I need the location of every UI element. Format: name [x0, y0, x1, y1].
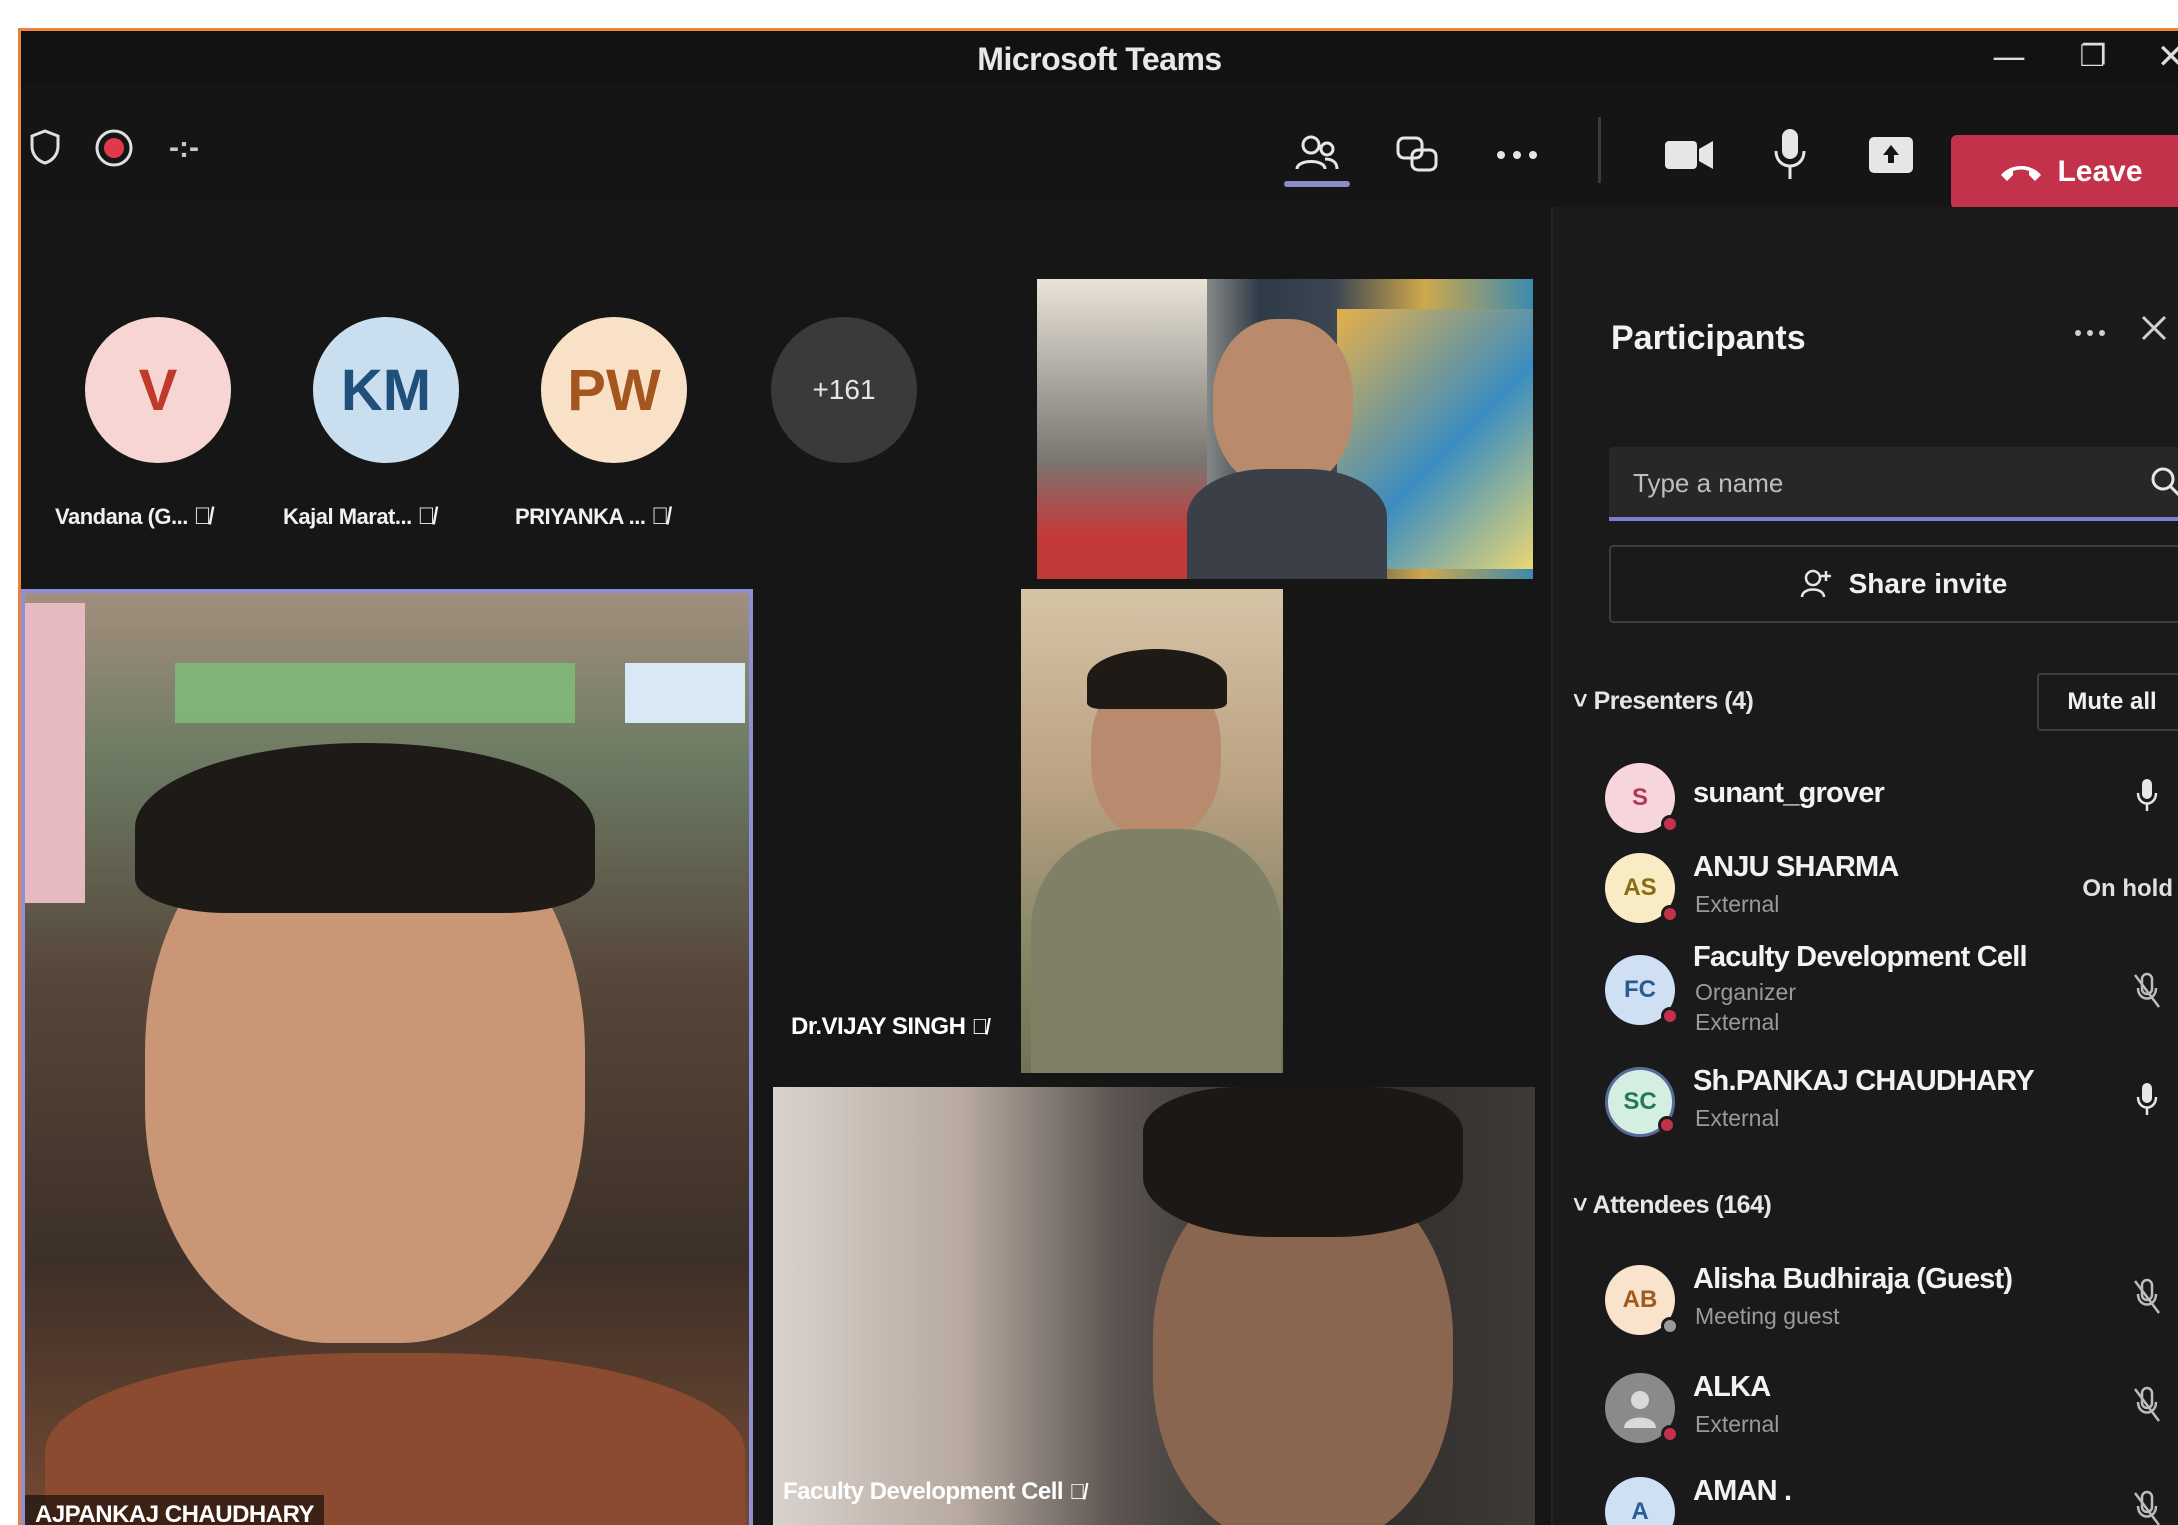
avatar: AS — [1605, 853, 1679, 923]
participant-role: External — [1695, 1411, 1780, 1437]
video-tile-main[interactable]: AJPANKAJ CHAUDHARY — [21, 589, 753, 1525]
camera-icon[interactable] — [1661, 127, 1717, 183]
participant-name: AMAN . — [1693, 1475, 1792, 1507]
toolbar-divider — [1598, 117, 1601, 183]
tile-name-vijay: Dr.VIJAY SINGH 🎙̸ — [791, 1013, 988, 1040]
tile-name-main: AJPANKAJ CHAUDHARY — [25, 1495, 325, 1525]
search-input[interactable] — [1633, 461, 2113, 505]
avatar: A — [1605, 1477, 1675, 1525]
avatar-vandana[interactable]: V — [85, 317, 231, 463]
leave-button[interactable]: Leave — [1951, 135, 2178, 209]
shield-icon[interactable] — [25, 127, 65, 167]
mic-off-icon — [2129, 1489, 2165, 1525]
title-bar: Microsoft Teams — ❐ ✕ — [21, 31, 2178, 85]
mic-icon — [2129, 775, 2165, 815]
search-box — [1609, 447, 2178, 521]
share-invite-label: Share invite — [1848, 568, 2008, 599]
share-invite-button[interactable]: Share invite — [1609, 545, 2178, 623]
chat-icon[interactable] — [1389, 127, 1445, 183]
attendees-section-header[interactable]: ˅ Attendees (164) — [1573, 1191, 1772, 1220]
panel-title: Participants — [1611, 319, 1806, 357]
person-icon — [1624, 1391, 1656, 1428]
add-person-icon — [1800, 569, 1831, 598]
participant-name: Sh.PANKAJ CHAUDHARY — [1693, 1065, 2035, 1097]
participant-role: Meeting guest — [1695, 1303, 1840, 1329]
avatar — [1605, 1373, 1679, 1443]
participant-status: On hold — [2082, 875, 2173, 902]
participant-row[interactable]: AS ANJU SHARMA External On hold — [1553, 845, 2178, 935]
presenters-section-header[interactable]: ˅ Presenters (4) — [1573, 687, 1754, 716]
avatar: SC — [1605, 1067, 1676, 1137]
minimize-button[interactable]: — — [1989, 37, 2029, 77]
avatar: FC — [1605, 955, 1679, 1025]
close-panel-icon[interactable] — [2139, 313, 2169, 348]
leave-label: Leave — [2057, 155, 2143, 188]
avatar-label: Vandana (G... 🎙̸ — [55, 503, 211, 530]
participant-name: ANJU SHARMA — [1693, 851, 1899, 883]
mic-off-icon — [2129, 971, 2165, 1011]
chevron-down-icon: ˅ — [1573, 687, 1588, 715]
participant-name: ALKA — [1693, 1371, 1771, 1403]
close-window-button[interactable]: ✕ — [2151, 37, 2178, 77]
video-tile-speaker-top[interactable] — [1037, 279, 1533, 579]
overflow-participants[interactable]: +161 — [771, 317, 917, 463]
tile-name-faculty: Faculty Development Cell 🎙̸ — [783, 1478, 1086, 1505]
mute-all-button[interactable]: Mute all — [2037, 673, 2178, 731]
panel-more-icon[interactable] — [2073, 325, 2107, 343]
meeting-timer: -:- — [169, 131, 199, 164]
participant-name: Alisha Budhiraja (Guest) — [1693, 1263, 2013, 1295]
participant-row[interactable]: A AMAN . — [1553, 1469, 2178, 1525]
avatar: S — [1605, 763, 1679, 833]
video-tile-vijay[interactable] — [1021, 589, 1283, 1073]
video-stage: V Vandana (G... 🎙̸ KM Kajal Marat... 🎙̸ … — [21, 207, 1551, 1525]
participant-row[interactable]: AB Alisha Budhiraja (Guest) Meeting gues… — [1553, 1257, 2178, 1347]
participants-panel: Participants Share invite ˅ Presenters (… — [1551, 207, 2178, 1525]
mic-off-icon — [2129, 1277, 2165, 1317]
window-title: Microsoft Teams — [977, 41, 1222, 77]
more-options-icon[interactable] — [1489, 127, 1545, 183]
microphone-icon[interactable] — [1765, 123, 1815, 185]
mic-off-icon — [2129, 1385, 2165, 1425]
maximize-button[interactable]: ❐ — [2073, 37, 2113, 77]
participant-role: Organizer — [1695, 979, 1796, 1005]
meeting-toolbar: -:- — [21, 85, 2178, 207]
participant-row[interactable]: SC Sh.PANKAJ CHAUDHARY External — [1553, 1059, 2178, 1149]
participant-row[interactable]: ALKA External — [1553, 1365, 2178, 1455]
participant-row[interactable]: FC Faculty Development Cell Organizer Ex… — [1553, 935, 2178, 1045]
participant-role: External — [1695, 1105, 1780, 1131]
avatar: AB — [1605, 1265, 1679, 1335]
avatar-label: Kajal Marat... 🎙̸ — [283, 503, 435, 530]
video-tile-faculty[interactable]: Faculty Development Cell 🎙̸ — [773, 1087, 1535, 1525]
search-icon[interactable] — [2149, 465, 2178, 504]
participant-row[interactable]: S sunant_grover — [1553, 755, 2178, 845]
avatar-label: PRIYANKA ... 🎙̸ — [515, 503, 669, 530]
share-screen-icon[interactable] — [1863, 127, 1919, 183]
active-tab-indicator — [1284, 181, 1350, 187]
avatar-priyanka[interactable]: PW — [541, 317, 687, 463]
phone-hangup-icon — [2001, 166, 2042, 181]
participant-name: Faculty Development Cell — [1693, 941, 2028, 973]
chevron-down-icon: ˅ — [1573, 1191, 1588, 1219]
people-icon[interactable] — [1289, 127, 1345, 183]
teams-window: Microsoft Teams — ❐ ✕ -:- — [18, 28, 2178, 1525]
participant-name: sunant_grover — [1693, 777, 1885, 809]
participant-role: External — [1695, 1009, 1780, 1035]
mic-icon — [2129, 1079, 2165, 1119]
recording-icon[interactable] — [93, 127, 135, 169]
participant-role: External — [1695, 891, 1780, 917]
avatar-kajal[interactable]: KM — [313, 317, 459, 463]
